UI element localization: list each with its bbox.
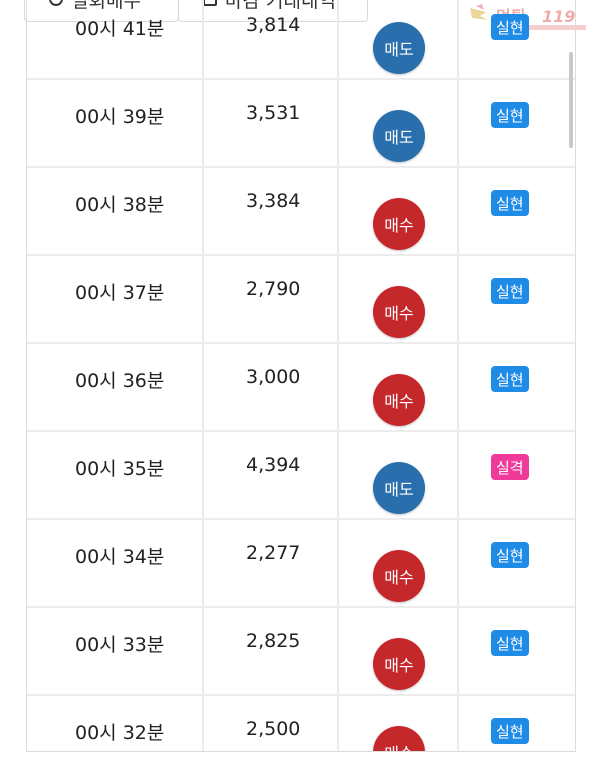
trade-time: 00시 38분 <box>75 194 165 216</box>
side-cell: 매도 <box>339 0 459 78</box>
time-cell: 00시 39분 <box>27 80 204 166</box>
result-badge: 실현 <box>491 14 529 40</box>
time-cell: 00시 37분 <box>27 256 204 342</box>
trade-time: 00시 33분 <box>75 634 165 656</box>
trade-price: 2,825 <box>246 630 301 652</box>
price-cell: 2,277 <box>204 520 339 606</box>
side-cell: 매수 <box>339 696 459 751</box>
trade-price: 2,790 <box>246 278 301 300</box>
result-cell: 실현 <box>459 168 575 254</box>
price-cell: 3,531 <box>204 80 339 166</box>
trade-time: 00시 41분 <box>75 18 165 40</box>
trade-price: 3,000 <box>246 366 301 388</box>
buy-badge: 매수 <box>373 286 425 338</box>
table-row[interactable]: 00시 36분 3,000 매수 실현 <box>27 344 575 432</box>
result-cell: 실현 <box>459 608 575 694</box>
time-cell: 00시 33분 <box>27 608 204 694</box>
price-cell: 3,000 <box>204 344 339 430</box>
sell-badge: 매도 <box>373 22 425 74</box>
result-badge: 실현 <box>491 190 529 216</box>
trade-price: 3,531 <box>246 102 301 124</box>
table-row[interactable]: 00시 33분 2,825 매수 실현 <box>27 608 575 696</box>
trade-time: 00시 36분 <box>75 370 165 392</box>
table-row[interactable]: 00시 38분 3,384 매수 실현 <box>27 168 575 256</box>
side-cell: 매수 <box>339 520 459 606</box>
side-cell: 매수 <box>339 256 459 342</box>
trade-price: 2,500 <box>246 718 301 740</box>
trade-time: 00시 37분 <box>75 282 165 304</box>
trade-time: 00시 35분 <box>75 458 165 480</box>
price-cell: 2,500 <box>204 696 339 751</box>
trade-time: 00시 34분 <box>75 546 165 568</box>
result-cell: 실격 <box>459 432 575 518</box>
trade-time: 00시 39분 <box>75 106 165 128</box>
time-cell: 00시 38분 <box>27 168 204 254</box>
time-cell: 00시 41분 <box>27 0 204 78</box>
table-row[interactable]: 00시 39분 3,531 매도 실현 <box>27 80 575 168</box>
table-row[interactable]: 00시 35분 4,394 매도 실격 <box>27 432 575 520</box>
trade-price: 3,384 <box>246 190 301 212</box>
sell-badge: 매도 <box>373 110 425 162</box>
time-cell: 00시 34분 <box>27 520 204 606</box>
result-cell: 실현 <box>459 80 575 166</box>
result-cell: 실현 <box>459 344 575 430</box>
result-badge: 실현 <box>491 542 529 568</box>
trade-price: 4,394 <box>246 454 301 476</box>
price-cell: 4,394 <box>204 432 339 518</box>
result-badge: 실현 <box>491 278 529 304</box>
buy-badge: 매수 <box>373 726 425 751</box>
price-cell: 2,825 <box>204 608 339 694</box>
side-cell: 매수 <box>339 344 459 430</box>
time-cell: 00시 36분 <box>27 344 204 430</box>
side-cell: 매도 <box>339 80 459 166</box>
result-cell: 실현 <box>459 520 575 606</box>
result-cell: 실현 <box>459 696 575 751</box>
trade-price: 3,814 <box>246 14 301 36</box>
sell-badge: 매도 <box>373 462 425 514</box>
side-cell: 매수 <box>339 608 459 694</box>
result-cell: 실현 <box>459 0 575 78</box>
table-row[interactable]: 00시 41분 3,814 매도 실현 <box>27 0 575 80</box>
result-badge: 실격 <box>491 454 529 480</box>
result-cell: 실현 <box>459 256 575 342</box>
result-badge: 실현 <box>491 718 529 744</box>
buy-badge: 매수 <box>373 198 425 250</box>
price-cell: 3,814 <box>204 0 339 78</box>
table-row[interactable]: 00시 34분 2,277 매수 실현 <box>27 520 575 608</box>
time-cell: 00시 35분 <box>27 432 204 518</box>
table-row[interactable]: 00시 37분 2,790 매수 실현 <box>27 256 575 344</box>
result-badge: 실현 <box>491 630 529 656</box>
trade-rows: 00시 41분 3,814 매도 실현 00시 39분 3,531 매도 실현 00시 38분 3… <box>27 0 575 751</box>
time-cell: 00시 32분 <box>27 696 204 751</box>
trade-history-table[interactable]: 00시 41분 3,814 매도 실현 00시 39분 3,531 매도 실현 00시 38분 3… <box>26 0 576 752</box>
price-cell: 2,790 <box>204 256 339 342</box>
table-row[interactable]: 00시 32분 2,500 매수 실현 <box>27 696 575 751</box>
buy-badge: 매수 <box>373 550 425 602</box>
result-badge: 실현 <box>491 102 529 128</box>
side-cell: 매도 <box>339 432 459 518</box>
result-badge: 실현 <box>491 366 529 392</box>
price-cell: 3,384 <box>204 168 339 254</box>
page: 일회매수 마감 거래내역 먹튀 119 00시 41분3,814매도실현00시 … <box>0 0 600 764</box>
buy-badge: 매수 <box>373 638 425 690</box>
trade-time: 00시 32분 <box>75 722 165 744</box>
buy-badge: 매수 <box>373 374 425 426</box>
scrollbar[interactable] <box>569 52 573 148</box>
side-cell: 매수 <box>339 168 459 254</box>
trade-price: 2,277 <box>246 542 301 564</box>
